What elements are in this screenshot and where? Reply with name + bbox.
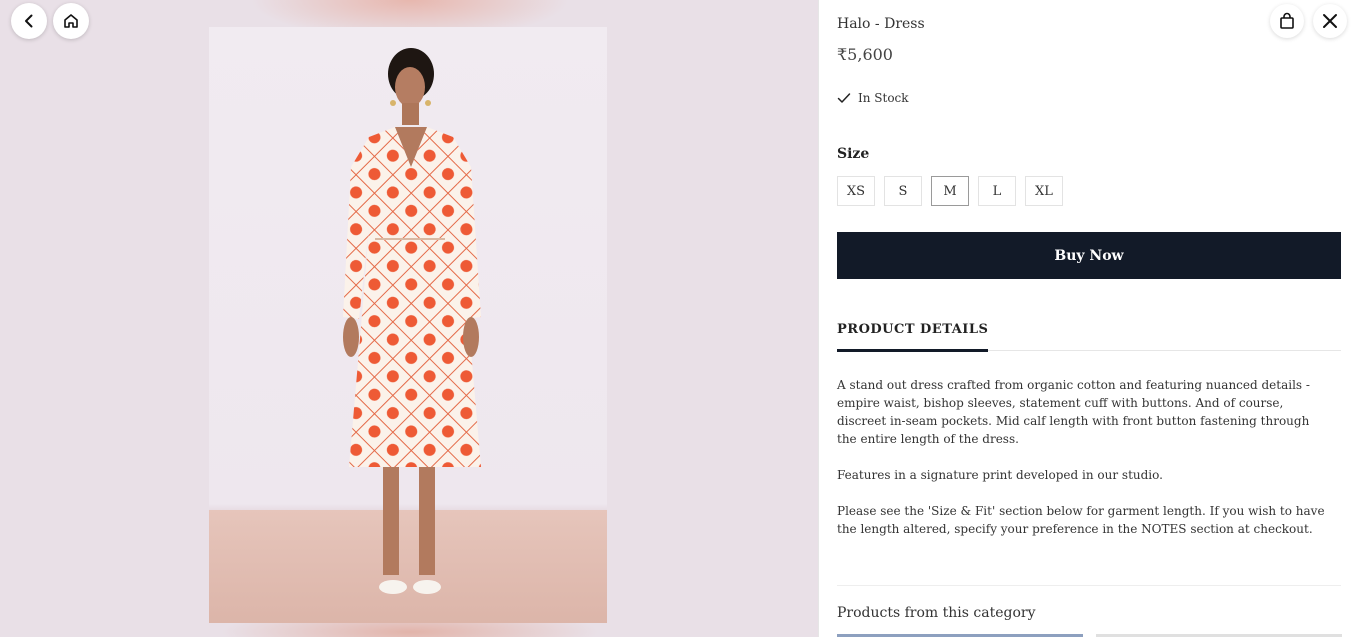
shopping-bag-icon <box>1280 12 1294 29</box>
stock-status: In Stock <box>837 91 909 105</box>
size-selector: XS S M L XL <box>837 176 1063 206</box>
tab-product-details[interactable]: PRODUCT DETAILS <box>837 322 989 352</box>
size-option-xl[interactable]: XL <box>1025 176 1063 206</box>
home-button[interactable] <box>53 3 89 39</box>
check-icon <box>837 93 851 103</box>
stock-label: In Stock <box>858 91 909 105</box>
size-option-xs[interactable]: XS <box>837 176 875 206</box>
description-paragraph: A stand out dress crafted from organic c… <box>837 378 1310 446</box>
size-heading: Size <box>837 146 870 162</box>
chevron-left-icon <box>25 14 33 28</box>
size-option-m[interactable]: M <box>931 176 969 206</box>
size-option-l[interactable]: L <box>978 176 1016 206</box>
cart-button[interactable] <box>1270 4 1304 38</box>
product-gallery <box>0 0 818 637</box>
product-details-panel: Halo - Dress ₹5,600 In Stock Size XS S M… <box>818 0 1355 637</box>
close-button[interactable] <box>1313 4 1347 38</box>
model-illustration <box>343 48 481 594</box>
product-description: A stand out dress crafted from organic c… <box>837 376 1327 556</box>
details-tabs: PRODUCT DETAILS <box>837 318 1341 352</box>
back-button[interactable] <box>11 3 47 39</box>
product-price: ₹5,600 <box>837 45 893 64</box>
product-image[interactable] <box>209 27 607 623</box>
product-title: Halo - Dress <box>837 16 925 32</box>
description-paragraph: Please see the 'Size & Fit' section belo… <box>837 504 1325 536</box>
section-divider <box>837 585 1341 586</box>
category-heading: Products from this category <box>837 605 1036 621</box>
buy-now-button[interactable]: Buy Now <box>837 232 1341 279</box>
home-icon <box>64 14 78 28</box>
description-paragraph: Features in a signature print developed … <box>837 468 1163 482</box>
size-option-s[interactable]: S <box>884 176 922 206</box>
close-icon <box>1323 14 1337 28</box>
product-quick-view: Halo - Dress ₹5,600 In Stock Size XS S M… <box>0 0 1355 637</box>
